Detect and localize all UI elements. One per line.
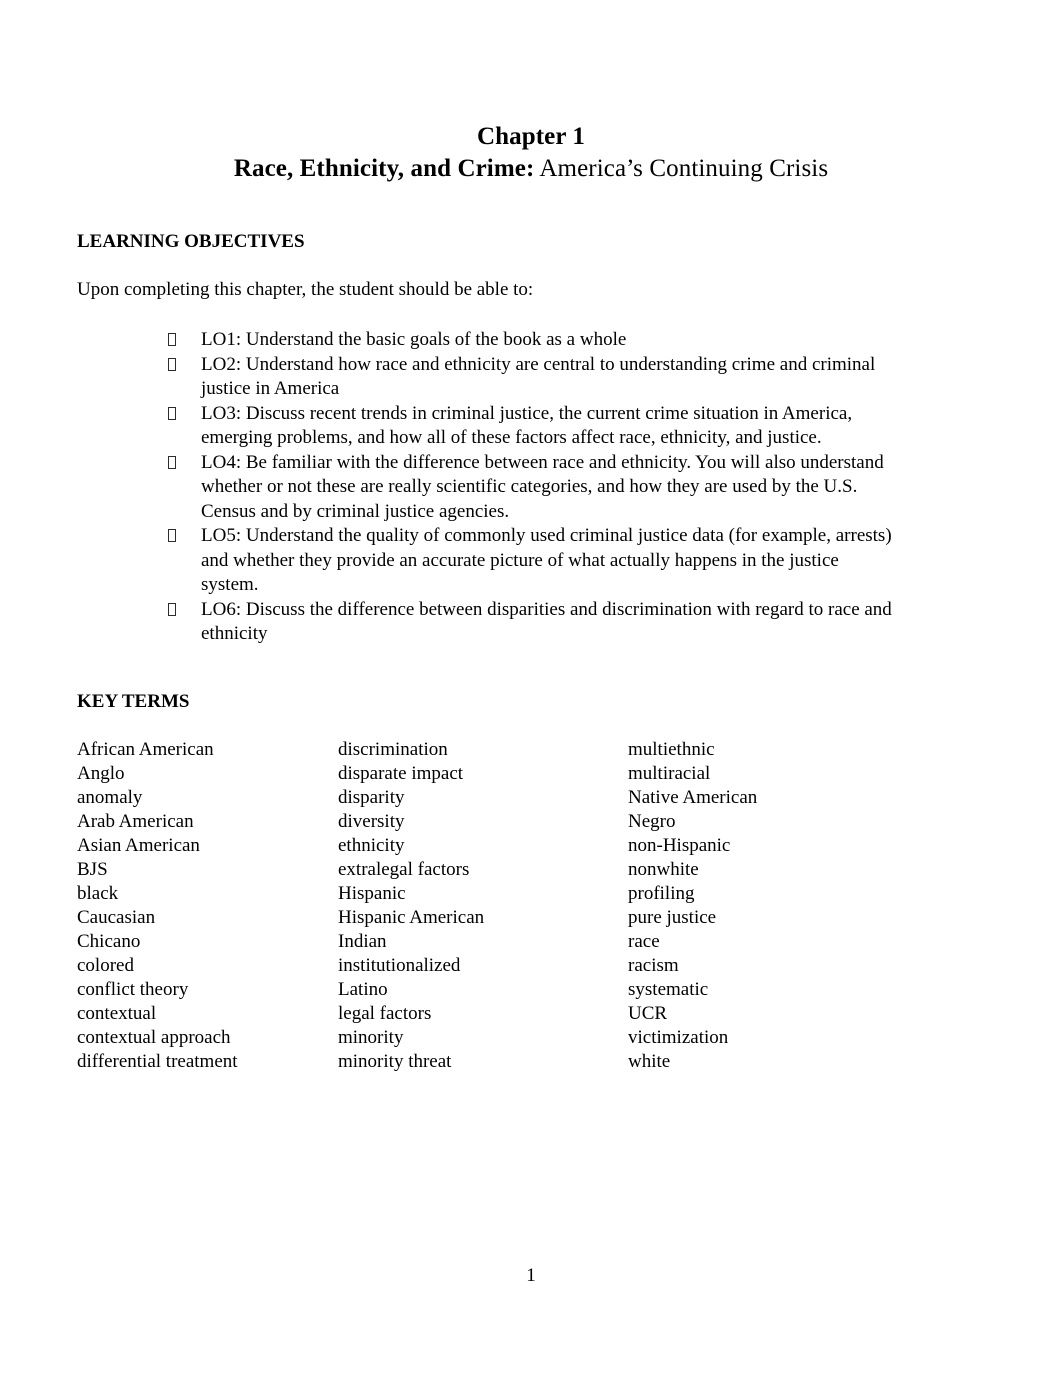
key-term: discrimination [338,738,448,760]
key-term: victimization [628,1026,729,1048]
key-term: minority [338,1026,404,1048]
key-term: disparate impact [338,762,464,784]
key-terms-column-1: African American Anglo anomaly Arab Amer… [77,738,338,1074]
list-item: LO5: Understand the quality of commonly … [72,524,990,598]
missing-glyph-box-icon [168,357,176,371]
key-term: racism [628,954,679,976]
chapter-label: Chapter 1 [476,123,586,150]
key-term: extralegal factors [338,858,470,880]
missing-glyph-box-icon [168,602,176,616]
key-term: conflict theory [77,978,189,1000]
list-item: LO4: Be familiar with the difference bet… [72,451,990,525]
key-term: anomaly [77,786,143,808]
key-term: Arab American [77,810,194,832]
key-term: black [77,882,119,904]
list-item-label: LO2: Understand how race and ethnicity a… [201,353,876,400]
key-term: African American [77,738,214,760]
list-item-label: LO5: Understand the quality of commonly … [201,525,892,595]
missing-glyph-box-icon [168,406,176,420]
key-term: diversity [338,810,405,832]
key-term: white [628,1050,671,1072]
key-terms-heading: KEY TERMS [77,690,190,712]
key-term: Anglo [77,762,125,784]
missing-glyph-box-icon [168,333,176,346]
document-page: Chapter 1 Race, Ethnicity, and Crime: Am… [0,0,1062,1377]
key-term: institutionalized [338,954,461,976]
list-item-label: LO1: Understand the basic goals of the b… [201,329,627,350]
list-item-label: LO6: Discuss the difference between disp… [201,598,892,645]
key-term: non-Hispanic [628,834,731,856]
key-term: Latino [338,978,388,1000]
key-term: systematic [628,978,709,1000]
key-terms-grid: African American Anglo anomaly Arab Amer… [72,738,990,1074]
key-term: Hispanic American [338,906,485,928]
page-title-bold-part: Race, Ethnicity, and Crime: [233,155,535,182]
key-terms-column-3: multiethnic multiracial Native American … [628,738,918,1074]
key-term: Chicano [77,930,141,952]
key-term: BJS [77,858,108,880]
key-term: Native American [628,786,758,808]
list-item: LO6: Discuss the difference between disp… [72,598,990,647]
page-title: Race, Ethnicity, and Crime: America’s Co… [72,153,990,185]
key-term: contextual approach [77,1026,231,1048]
key-term: Caucasian [77,906,156,928]
key-term: multiethnic [628,738,715,760]
list-item: LO2: Understand how race and ethnicity a… [72,353,990,402]
list-item: LO1: Understand the basic goals of the b… [72,328,990,353]
list-item-label: LO3: Discuss recent trends in criminal j… [201,402,853,449]
page-title-block: Chapter 1 Race, Ethnicity, and Crime: Am… [72,0,990,185]
key-term: minority threat [338,1050,452,1072]
missing-glyph-box-icon [168,529,176,542]
learning-objectives-intro: Upon completing this chapter, the studen… [77,279,534,300]
page-title-regular-part: America’s Continuing Crisis [534,155,829,182]
key-term: differential treatment [77,1050,238,1072]
page-number: 1 [526,1265,536,1286]
key-term: Hispanic [338,882,406,904]
key-term: disparity [338,786,405,808]
key-term: Negro [628,810,676,832]
key-term: colored [77,954,134,976]
key-term: legal factors [338,1002,432,1024]
list-item-label: LO4: Be familiar with the difference bet… [201,451,884,522]
key-term: Indian [338,930,387,952]
key-term: pure justice [628,906,717,928]
missing-glyph-box-icon [168,455,176,469]
key-term: race [628,930,660,952]
key-term: Asian American [77,834,200,856]
learning-objectives-list: LO1: Understand the basic goals of the b… [72,328,990,647]
key-term: ethnicity [338,834,405,856]
key-term: contextual [77,1002,157,1024]
key-term: UCR [628,1002,668,1024]
key-term: multiracial [628,762,711,784]
learning-objectives-heading: LEARNING OBJECTIVES [77,231,305,252]
key-terms-column-2: discrimination disparate impact disparit… [338,738,628,1074]
list-item: LO3: Discuss recent trends in criminal j… [72,402,990,451]
key-term: nonwhite [628,858,699,880]
key-term: profiling [628,882,695,904]
